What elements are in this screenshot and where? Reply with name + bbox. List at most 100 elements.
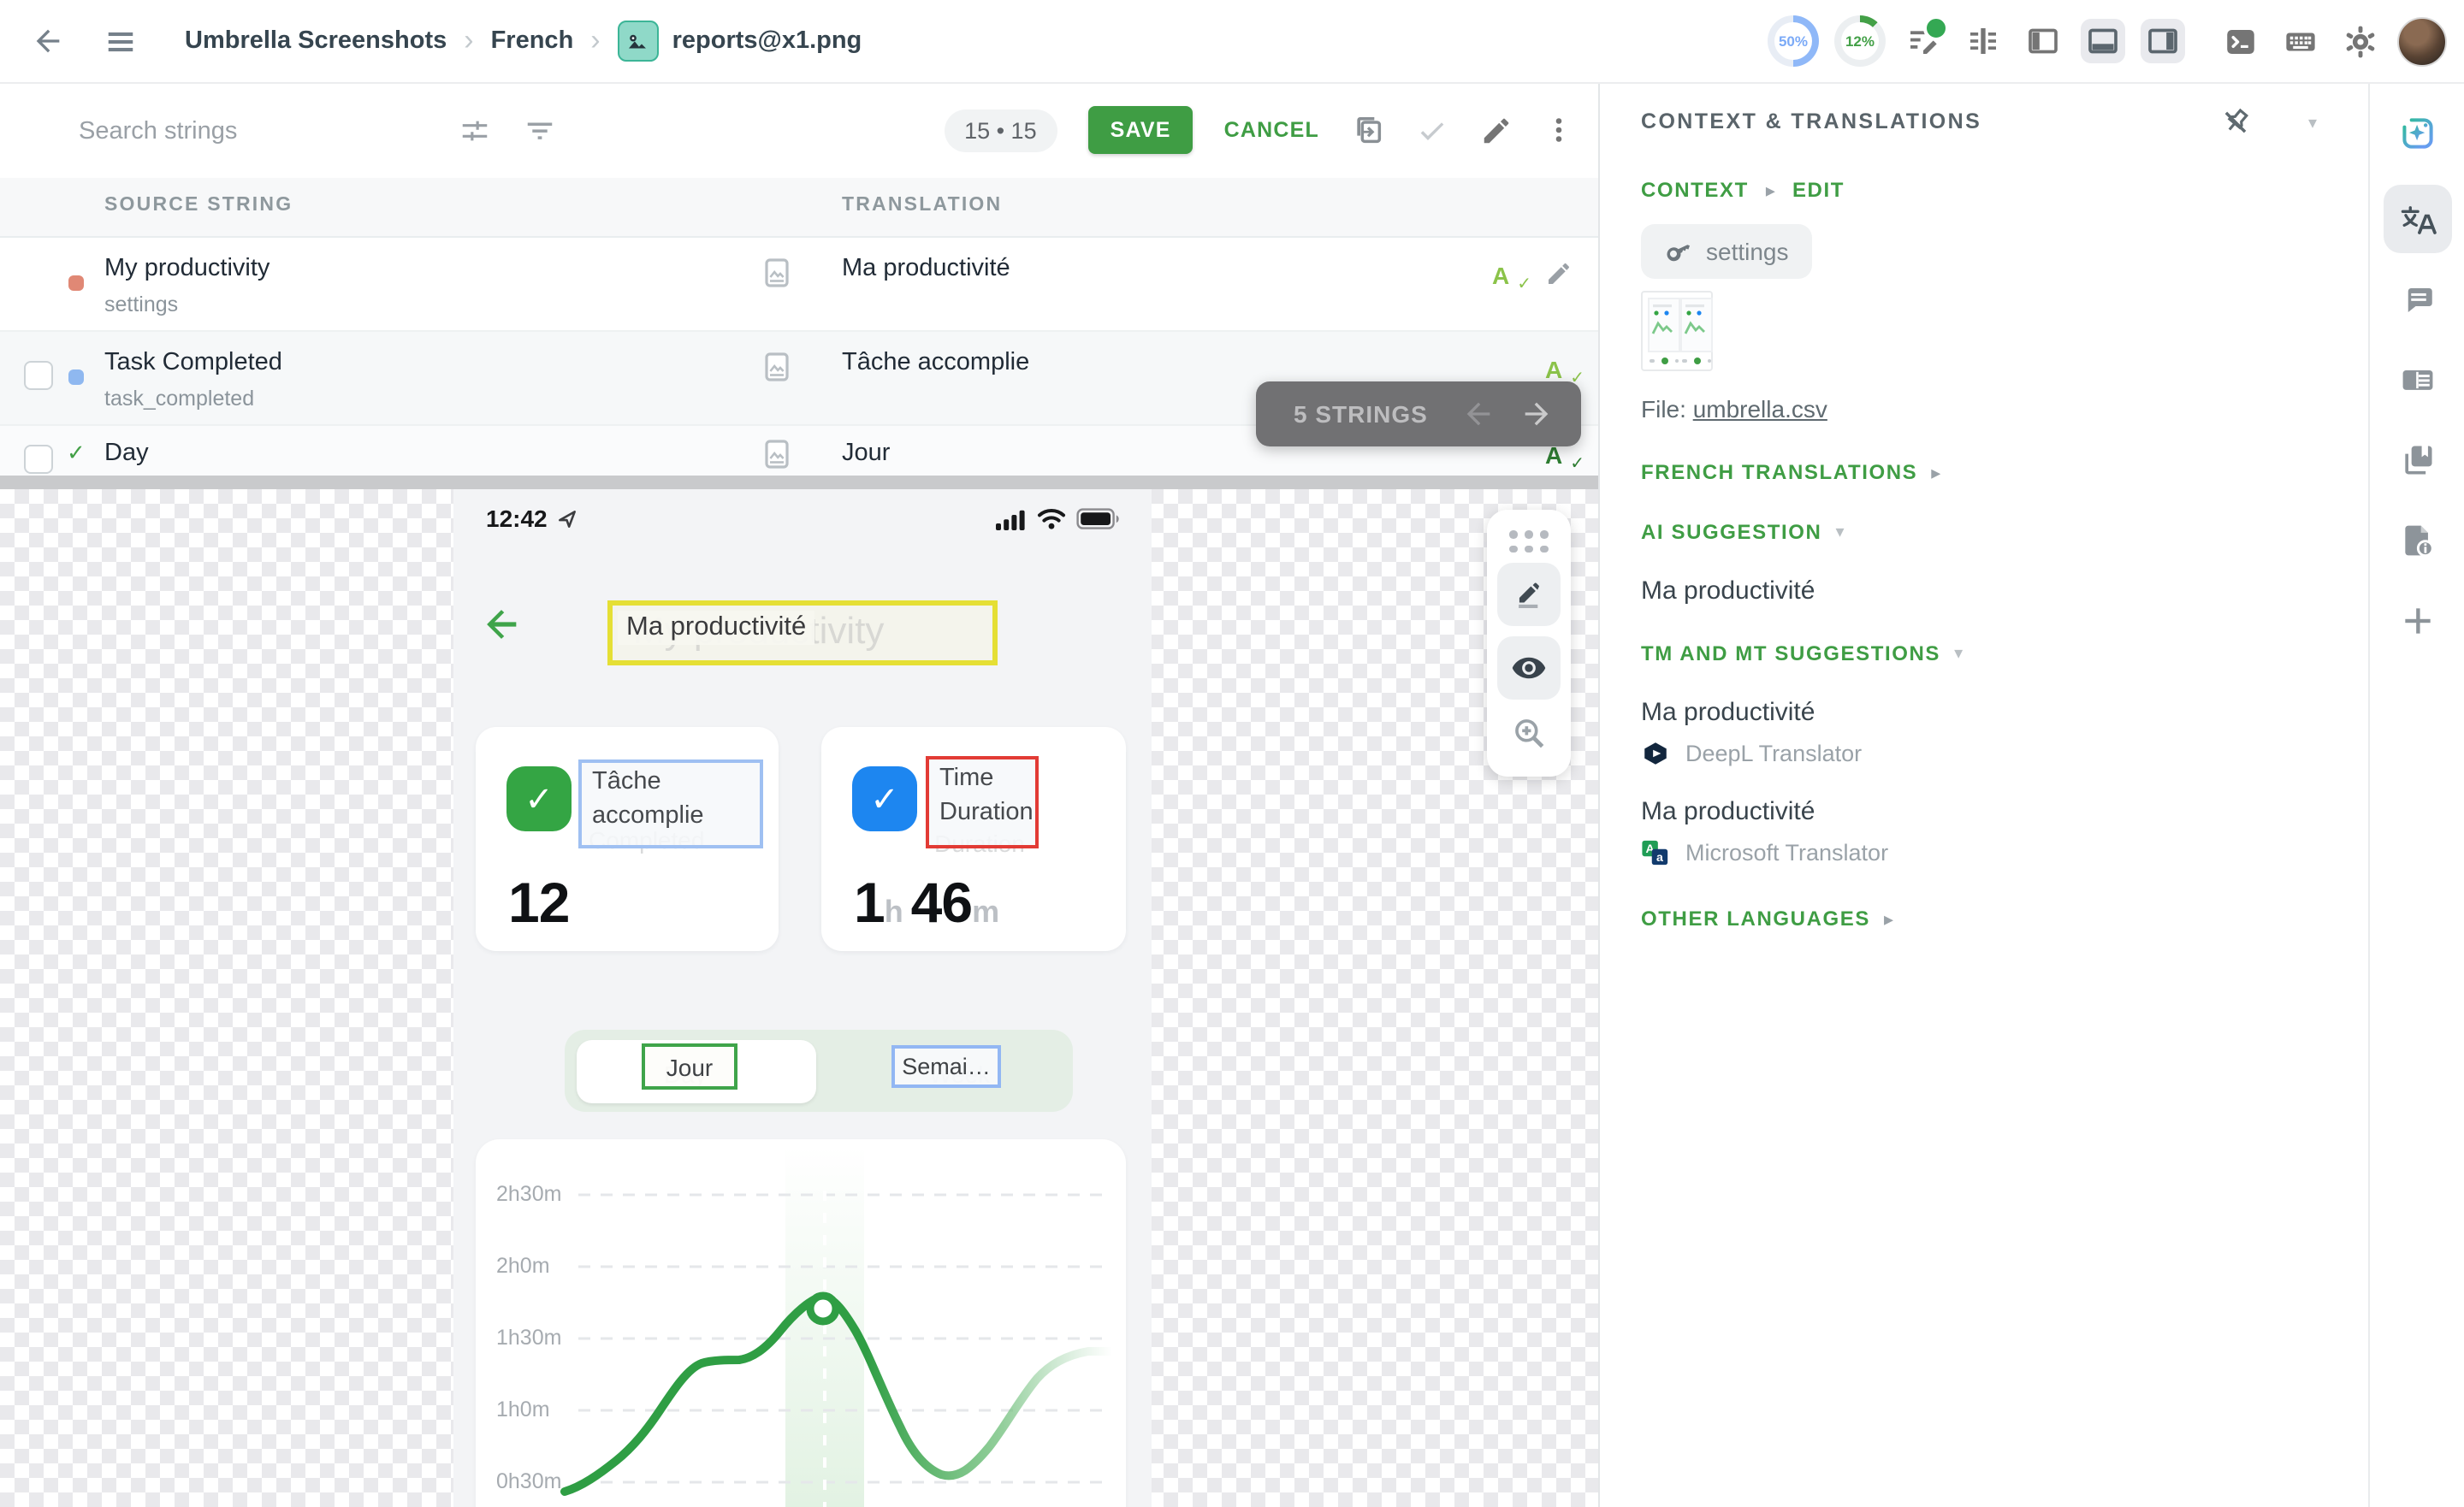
screenshot-link-icon[interactable] [765,440,789,469]
drag-handle-icon[interactable] [1509,530,1549,553]
table-view-icon[interactable] [1961,19,2005,63]
progress-ring-blue[interactable]: 50% [1768,15,1819,67]
highlight-toggle-left-green[interactable]: Jour [642,1043,737,1090]
panel-collapse-caret-icon[interactable]: ▾ [2308,115,2317,133]
battery-icon [1076,508,1121,530]
progress-ring-blue-value: 50% [1768,15,1819,67]
highlight-label-box-blue[interactable]: Tâche accomplie [578,759,763,848]
display-settings-icon[interactable] [459,115,491,147]
screenshot-thumbnail[interactable] [1641,291,1713,371]
source-string[interactable]: Day [104,440,149,467]
translation-string[interactable]: Jour [842,440,890,467]
tab-edit[interactable]: EDIT [1792,178,1845,202]
panel-left-layout-icon[interactable] [2021,19,2065,63]
translation-string[interactable]: Tâche accomplie [842,349,1029,376]
user-avatar[interactable] [2397,16,2447,66]
duplicate-icon[interactable] [1350,113,1384,147]
spellcheck-ok-icon[interactable]: A✓ [1492,262,1519,289]
edit-translation-icon[interactable] [1545,260,1573,287]
file-info-icon[interactable] [2384,506,2452,575]
context-panel: CONTEXT & TRANSLATIONS ▾ CONTEXT ▸ EDIT … [1598,82,2368,1507]
progress-ring-green-value: 12% [1834,15,1886,67]
edit-pencil-icon[interactable] [1480,114,1513,146]
pager-count: 5 STRINGS [1294,400,1428,428]
back-arrow-icon[interactable] [24,17,72,65]
translate-panel-icon[interactable] [2384,185,2452,253]
search-input[interactable]: Search strings [79,118,237,145]
horizontal-scrollbar[interactable] [0,476,1598,489]
ai-suggestion-text[interactable]: Ma productivité [1641,576,2327,606]
filter-icon[interactable] [524,115,556,147]
breadcrumb-project[interactable]: Umbrella Screenshots [185,27,447,55]
string-key[interactable]: task_completed [104,387,254,411]
terminal-icon[interactable] [2218,19,2262,63]
tm-suggestion-text[interactable]: Ma productivité [1641,698,2327,727]
panel-right-layout-icon[interactable] [2141,19,2185,63]
pager-prev-icon[interactable] [1461,397,1496,431]
verified-check-icon: ✓ [67,440,86,467]
highlight-title-box[interactable]: My productivity Ma productivité [607,600,998,665]
pager-next-icon[interactable] [1519,397,1554,431]
screenshot-link-icon[interactable] [765,352,789,381]
productivity-line-chart [476,1139,1126,1507]
breadcrumb-language[interactable]: French [491,27,574,55]
section-french-translations[interactable]: FRENCH TRANSLATIONS [1641,460,1917,484]
file-link[interactable]: umbrella.csv [1693,395,1827,423]
period-toggle[interactable]: Day Jour Week Semai… [565,1030,1073,1112]
spellcheck-ok-icon[interactable]: A✓ [1545,356,1573,383]
source-string[interactable]: Task Completed [104,349,282,376]
tab-context[interactable]: CONTEXT [1641,178,1749,202]
chevron-down-icon: ▾ [1836,523,1845,541]
add-panel-icon[interactable] [2384,587,2452,655]
breadcrumb-file[interactable]: reports@x1.png [672,27,862,55]
glossary-icon[interactable] [2384,426,2452,494]
section-ai-suggestion[interactable]: AI SUGGESTION [1641,520,1822,544]
unpin-icon[interactable] [2219,106,2252,139]
time-card: ✓ Duration Time Duration 1h 46m [821,727,1126,951]
keyboard-icon[interactable] [2277,19,2322,63]
chevron-right-icon: ▸ [1884,907,1893,930]
column-source: SOURCE STRING [104,195,293,216]
annotate-pencil-button[interactable] [1497,563,1561,626]
preview-eye-button[interactable] [1497,636,1561,700]
screenshot-link-icon[interactable] [765,258,789,287]
section-tm-mt-suggestions[interactable]: TM AND MT SUGGESTIONS [1641,641,1940,665]
chevron-right-icon: ▸ [1931,461,1940,483]
tm-provider: DeepL Translator [1685,741,1862,766]
highlight-label-box-red[interactable]: Time Duration [926,756,1039,848]
more-options-icon[interactable] [1543,115,1574,145]
tm-provider: Microsoft Translator [1685,840,1888,866]
panel-bottom-layout-icon[interactable] [2081,19,2125,63]
table-row[interactable]: My productivity settings Ma productivité… [0,238,1598,332]
settings-gear-icon[interactable] [2337,19,2382,63]
menu-icon[interactable] [96,17,144,65]
string-key[interactable]: settings [104,293,178,316]
approve-check-icon[interactable] [1415,113,1449,147]
row-checkbox[interactable] [24,445,53,474]
phone-back-arrow-icon [479,602,524,647]
row-checkbox[interactable] [24,361,53,390]
tasks-card: ✓ Completed Tâche accomplie 12 [476,727,779,951]
green-check-icon: ✓ [506,766,572,831]
minutes-value: 46 [911,871,972,934]
deepl-logo-icon [1641,739,1670,768]
string-details-icon[interactable] [2384,346,2452,414]
screenshot-canvas[interactable]: 12:42 My productivity Ma productivité [0,489,1598,1507]
phone-screenshot[interactable]: 12:42 My productivity Ma productivité [453,489,1152,1507]
time-value: 1h 46m [854,871,999,936]
draft-edit-icon[interactable] [1901,19,1946,63]
microsoft-translator-logo-icon: Aa [1641,838,1670,867]
translation-string[interactable]: Ma productivité [842,255,1010,282]
cancel-button[interactable]: CANCEL [1224,118,1319,142]
comments-icon[interactable] [2384,265,2452,334]
tm-suggestion-text[interactable]: Ma productivité [1641,797,2327,826]
zoom-in-icon[interactable] [1510,715,1548,753]
section-other-languages[interactable]: OTHER LANGUAGES [1641,907,1870,931]
column-translation: TRANSLATION [842,195,1002,216]
source-string[interactable]: My productivity [104,255,270,282]
highlight-toggle-right-blue[interactable]: Semai… [891,1045,1001,1088]
save-button[interactable]: SAVE [1088,106,1194,154]
ai-assistant-icon[interactable] [2384,99,2452,168]
progress-ring-green[interactable]: 12% [1834,15,1886,67]
key-tag[interactable]: settings [1641,224,1813,279]
